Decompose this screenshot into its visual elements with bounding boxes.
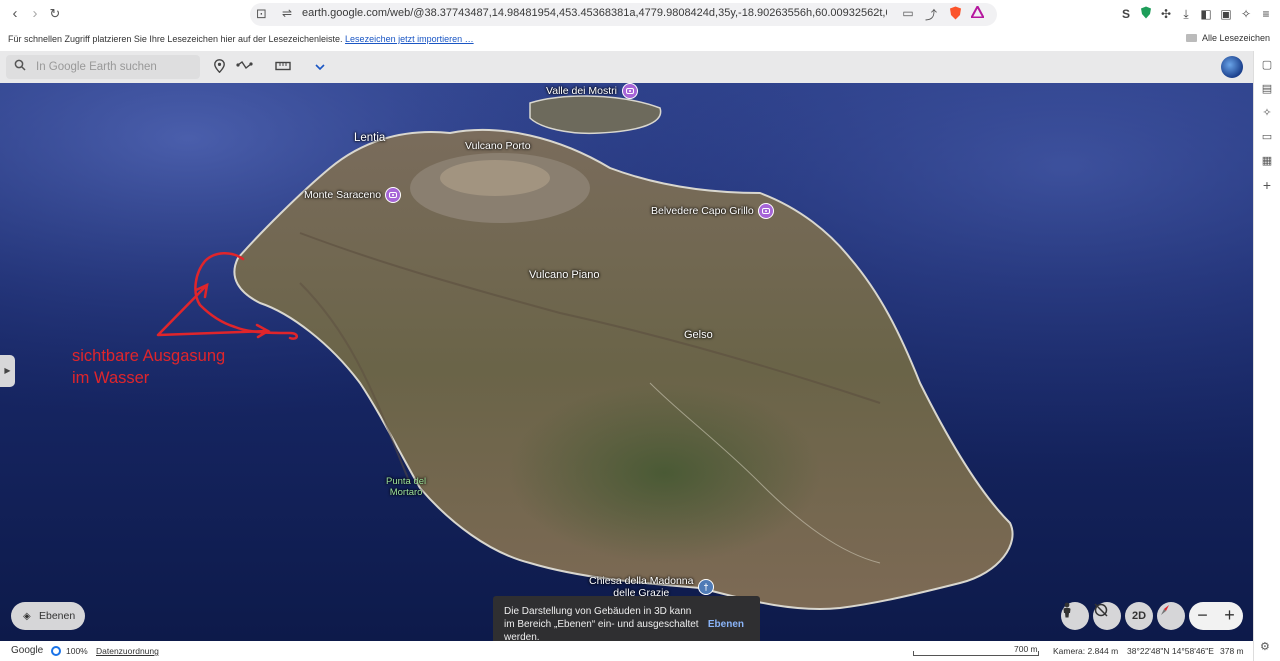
chevron-down-icon[interactable] xyxy=(311,59,329,75)
zoom-out-button[interactable]: − xyxy=(1189,602,1216,630)
status-bar: Google 100% Datenzuordnung 700 m Kamera:… xyxy=(0,641,1253,661)
puzzle-icon[interactable]: ✣ xyxy=(1158,6,1174,22)
zoom-controls: − + xyxy=(1189,602,1243,630)
search-icon[interactable] xyxy=(14,59,26,74)
scale-bar xyxy=(913,651,1039,656)
place-label-valle-dei-mostri[interactable]: Valle dei Mostri xyxy=(546,85,617,97)
sidebar-icon[interactable]: ◧ xyxy=(1198,6,1214,22)
url-text[interactable]: earth.google.com/web/@38.37743487,14.984… xyxy=(302,7,887,19)
annotation-arrow-drawing xyxy=(156,252,298,340)
photo-poi-icon[interactable] xyxy=(758,203,774,219)
folder-icon xyxy=(1185,34,1197,42)
wallet-panel-icon[interactable]: ▢ xyxy=(1259,57,1275,73)
menu-icon[interactable]: ≡ xyxy=(1258,6,1274,22)
bookmarks-panel-icon[interactable]: ▦ xyxy=(1259,153,1275,169)
wallet-icon[interactable]: ▣ xyxy=(1218,6,1234,22)
zoom-in-button[interactable]: + xyxy=(1216,602,1243,630)
shield-check-icon[interactable] xyxy=(1138,6,1154,22)
place-marker-icon[interactable] xyxy=(210,59,228,75)
brave-rewards-icon[interactable] xyxy=(969,4,985,21)
place-label-belvedere-capo-grillo[interactable]: Belvedere Capo Grillo xyxy=(651,205,754,217)
search-box[interactable] xyxy=(6,55,200,79)
share-icon[interactable]: ⤴ xyxy=(924,6,938,23)
ground-altitude: 378 m xyxy=(1220,646,1244,656)
reload-icon[interactable]: ↻ xyxy=(46,5,64,23)
loading-ring-icon xyxy=(51,646,61,656)
photo-poi-icon[interactable] xyxy=(385,187,401,203)
all-bookmarks-button[interactable]: Alle Lesezeichen xyxy=(1185,33,1270,43)
draw-path-icon[interactable] xyxy=(236,59,254,75)
place-label-punta-del-mortaro[interactable]: Punta del Mortaro xyxy=(386,476,426,498)
reading-list-icon[interactable]: ▤ xyxy=(1259,81,1275,97)
globe-avatar-icon[interactable] xyxy=(1221,56,1243,78)
back-icon[interactable]: ‹ xyxy=(6,5,24,23)
earth-toolbar xyxy=(0,51,1253,83)
import-bookmarks-link[interactable]: Lesezeichen jetzt importieren … xyxy=(345,34,474,44)
search-input[interactable] xyxy=(36,58,194,76)
measure-icon[interactable] xyxy=(274,59,292,75)
data-attribution-link[interactable]: Datenzuordnung xyxy=(96,646,159,656)
browser-right-sidebar: ▢ ▤ ✧ ▭ ▦ + xyxy=(1253,51,1280,661)
place-label-lentia[interactable]: Lentia xyxy=(354,132,385,144)
bookmarks-bar: Für schnellen Zugriff platzieren Sie Ihr… xyxy=(0,29,1280,51)
expand-panel-tab[interactable]: ▶ xyxy=(0,355,15,387)
layers-icon: ◈ xyxy=(23,611,31,622)
bookmark-icon[interactable]: ⊡ xyxy=(256,6,270,22)
google-logo: Google xyxy=(11,645,44,656)
2d-toggle-button[interactable]: 2D xyxy=(1125,602,1153,630)
compass-icon[interactable] xyxy=(1157,602,1185,630)
cursor-coordinates: 38°22'48"N 14°58'46"E xyxy=(1127,646,1214,656)
earth-map-view[interactable]: Valle dei Mostri Lentia Vulcano Porto Mo… xyxy=(0,83,1253,641)
gear-icon[interactable]: ⚙ xyxy=(1260,640,1270,653)
address-bar[interactable]: ⊡ ⇌ earth.google.com/web/@38.37743487,14… xyxy=(250,3,997,26)
info-toast: Die Darstellung von Gebäuden in 3D kann … xyxy=(493,596,760,641)
toast-message: Die Darstellung von Gebäuden in 3D kann … xyxy=(504,606,699,641)
place-label-gelso[interactable]: Gelso xyxy=(684,329,713,341)
leo-icon[interactable]: ✧ xyxy=(1238,6,1254,22)
tilt-toggle-icon[interactable] xyxy=(1093,602,1121,630)
bookmarks-hint: Für schnellen Zugriff platzieren Sie Ihr… xyxy=(8,34,474,44)
place-label-vulcano-porto[interactable]: Vulcano Porto xyxy=(465,140,531,152)
forward-icon[interactable]: › xyxy=(26,5,44,23)
toast-layers-button[interactable]: Ebenen xyxy=(708,618,744,631)
photo-poi-icon[interactable] xyxy=(622,83,638,99)
add-panel-icon[interactable]: + xyxy=(1259,177,1275,193)
loading-percent: 100% xyxy=(66,646,88,656)
leo-panel-icon[interactable]: ✧ xyxy=(1259,105,1275,121)
cast-icon[interactable]: ▭ xyxy=(901,6,915,20)
site-settings-icon[interactable]: ⇌ xyxy=(282,6,292,20)
pegman-icon[interactable] xyxy=(1061,602,1089,630)
church-poi-icon[interactable]: † xyxy=(698,579,714,595)
download-icon[interactable]: ⤓ xyxy=(1178,6,1194,22)
place-label-vulcano-piano[interactable]: Vulcano Piano xyxy=(529,269,600,281)
annotation-text: sichtbare Ausgasung im Wasser xyxy=(72,347,226,387)
s-extension-icon[interactable]: S xyxy=(1118,6,1134,22)
playlist-icon[interactable]: ▭ xyxy=(1259,129,1275,145)
layers-button[interactable]: ◈ Ebenen xyxy=(11,602,85,630)
browser-toolbar: ‹ › ↻ ⊡ ⇌ earth.google.com/web/@38.37743… xyxy=(0,0,1280,29)
brave-shield-icon[interactable] xyxy=(948,6,962,23)
camera-altitude: Kamera: 2.844 m xyxy=(1053,646,1119,656)
